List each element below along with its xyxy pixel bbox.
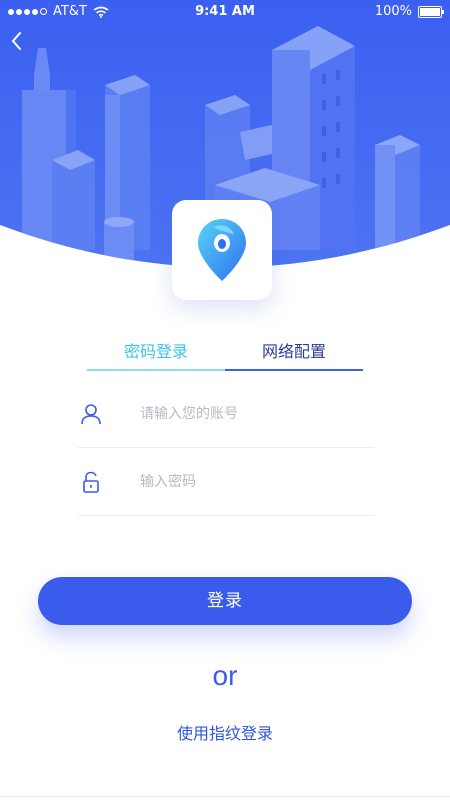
back-button[interactable]	[6, 28, 28, 54]
password-input[interactable]	[140, 467, 360, 497]
tab-underline-password	[87, 369, 225, 371]
tab-password-login[interactable]: 密码登录	[87, 336, 225, 368]
user-icon	[81, 404, 101, 425]
battery-icon	[418, 5, 444, 18]
or-divider-text: or	[212, 660, 238, 691]
tab-network-config[interactable]: 网络配置	[225, 336, 363, 368]
status-bar: AT&T 9:41 AM 100%	[0, 0, 450, 24]
app-logo	[172, 200, 272, 300]
battery-percent: 100%	[374, 4, 412, 19]
lock-icon	[83, 471, 99, 493]
chevron-left-icon	[11, 32, 21, 50]
account-field	[78, 381, 374, 448]
battery-fill	[420, 7, 440, 16]
fingerprint-login-link[interactable]: 使用指纹登录	[0, 720, 450, 744]
status-right: 100%	[374, 4, 444, 19]
password-field	[78, 449, 374, 516]
tab-underline-network	[225, 369, 363, 371]
bottom-divider	[0, 796, 450, 797]
account-input[interactable]	[140, 399, 360, 429]
login-tabs: 密码登录 网络配置	[87, 336, 363, 372]
map-pin-icon	[198, 219, 246, 281]
login-button[interactable]: 登录	[38, 577, 412, 625]
